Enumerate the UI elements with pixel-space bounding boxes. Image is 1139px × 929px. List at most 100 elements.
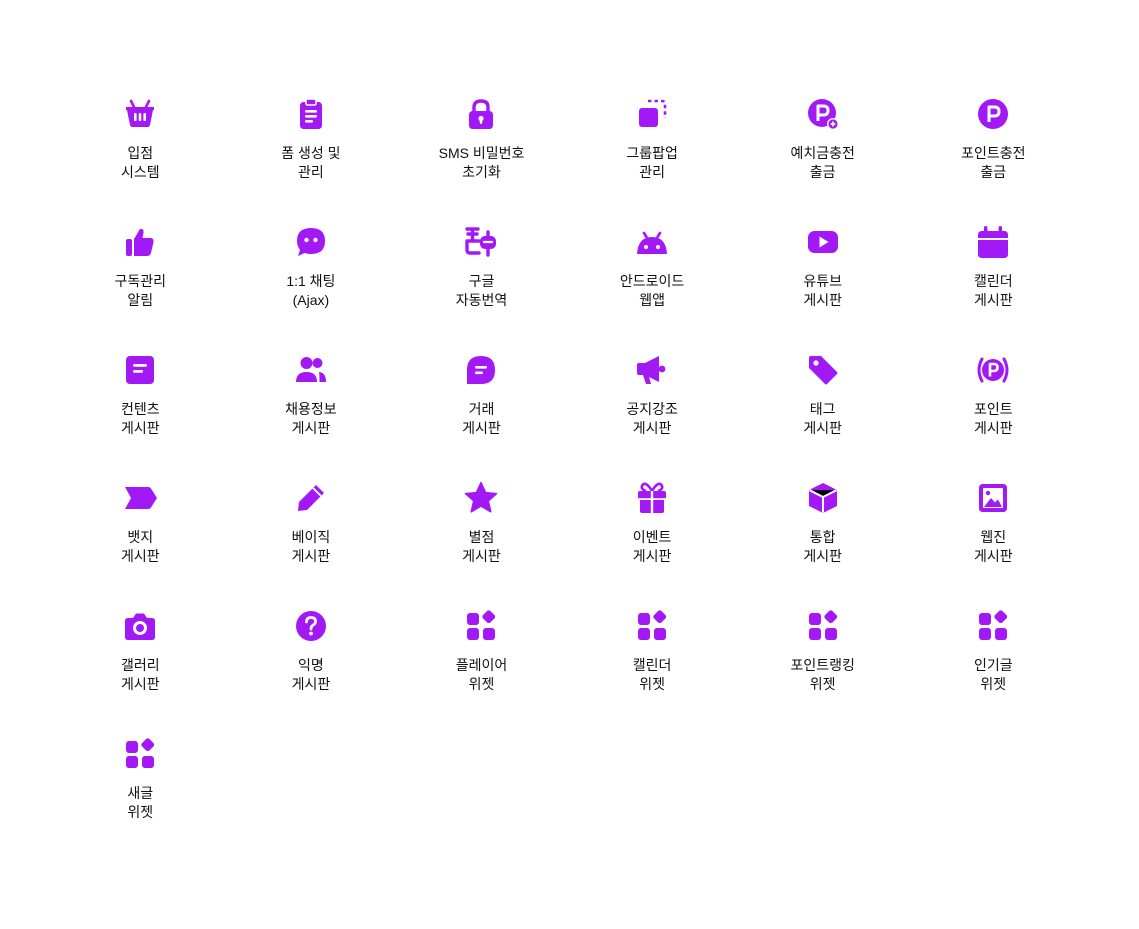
feature-label-line2: 게시판 bbox=[632, 420, 672, 436]
feature-tile[interactable]: 베이직 게시판 bbox=[226, 480, 397, 608]
feature-label-line1: 별점 bbox=[468, 529, 495, 545]
feature-tile[interactable]: 포인트 게시판 bbox=[908, 352, 1079, 480]
feature-label-line2: (Ajax) bbox=[292, 292, 330, 308]
feature-label-line2: 관리 bbox=[639, 164, 665, 180]
feature-label-line2: 시스템 bbox=[120, 164, 160, 180]
feature-label: 캘린더 위젯 bbox=[633, 656, 672, 694]
feature-tile[interactable]: 통합 게시판 bbox=[737, 480, 908, 608]
feature-label: 통합 게시판 bbox=[803, 528, 842, 566]
feature-label: 폼 생성 및 관리 bbox=[281, 144, 340, 182]
feature-label-line2: 게시판 bbox=[291, 676, 331, 692]
feature-tile[interactable]: 1:1 채팅 (Ajax) bbox=[226, 224, 397, 352]
feature-tile[interactable]: 구글 자동번역 bbox=[396, 224, 567, 352]
widget-icon bbox=[634, 608, 670, 644]
feature-tile[interactable]: 별점게시판 bbox=[396, 480, 567, 608]
tag-icon bbox=[805, 352, 841, 388]
feature-label-line1: 그룹팝업 bbox=[626, 145, 678, 161]
feature-label: 뱃지 게시판 bbox=[121, 528, 160, 566]
feature-label-line2: 알림 bbox=[127, 292, 154, 308]
feature-label: 이벤트게시판 bbox=[633, 528, 672, 566]
feature-tile[interactable]: 익명게시판 bbox=[226, 608, 397, 736]
feature-tile[interactable]: 인기글 위젯 bbox=[908, 608, 1079, 736]
feature-tile[interactable]: 포인트랭킹 위젯 bbox=[737, 608, 908, 736]
feature-label-line1: 새글 bbox=[127, 785, 154, 801]
point-broadcast-icon bbox=[975, 352, 1011, 388]
feature-label: 유튜브게시판 bbox=[803, 272, 842, 310]
feature-label-line1: 익명 bbox=[298, 657, 324, 673]
feature-label: 컨텐츠 게시판 bbox=[121, 400, 160, 438]
feature-label: 거래 게시판 bbox=[462, 400, 501, 438]
feature-label-line2: 게시판 bbox=[120, 548, 160, 564]
feature-label-line2: 위젯 bbox=[468, 676, 495, 692]
feature-label-line1: 채용정보 bbox=[285, 401, 337, 417]
feature-label-line1: 포인트충전 bbox=[961, 145, 1026, 161]
feature-tile[interactable]: 채용정보 게시판 bbox=[226, 352, 397, 480]
feature-tile[interactable]: 캘린더 위젯 bbox=[567, 608, 738, 736]
feature-label-line1: 이벤트 bbox=[632, 529, 672, 545]
feature-label-line2: 게시판 bbox=[803, 292, 842, 308]
feature-label: 구독관리알림 bbox=[115, 272, 167, 310]
feature-label-line1: 유튜브 bbox=[803, 273, 842, 289]
feature-tile[interactable]: 입점 시스템 bbox=[55, 96, 226, 224]
feature-label-line1: 태그 bbox=[809, 401, 836, 417]
feature-grid: 입점 시스템 폼 생성 및 관리 SMS 비밀번호 초기화 그룹팝업 관리 예치금충전 출금 포인트… bbox=[55, 96, 1079, 864]
users-icon bbox=[293, 352, 329, 388]
feature-label-line2: 게시판 bbox=[120, 420, 160, 436]
feature-label-line2: 게시판 bbox=[803, 548, 842, 564]
feature-label: 입점 시스템 bbox=[121, 144, 160, 182]
feature-tile[interactable]: 유튜브게시판 bbox=[737, 224, 908, 352]
feature-label-line2: 게시판 bbox=[973, 420, 1013, 436]
feature-tile[interactable]: 캘린더 게시판 bbox=[908, 224, 1079, 352]
feature-tile[interactable]: 컨텐츠 게시판 bbox=[55, 352, 226, 480]
feature-tile[interactable]: 뱃지 게시판 bbox=[55, 480, 226, 608]
feature-tile[interactable]: 포인트충전출금 bbox=[908, 96, 1079, 224]
feature-label-line2: 게시판 bbox=[462, 548, 501, 564]
megaphone-icon bbox=[634, 352, 670, 388]
point-icon bbox=[975, 96, 1011, 132]
feature-label-line2: 웹앱 bbox=[639, 292, 665, 308]
feature-tile[interactable]: 태그 게시판 bbox=[737, 352, 908, 480]
feature-tile[interactable]: 새글위젯 bbox=[55, 736, 226, 864]
clipboard-icon bbox=[293, 96, 329, 132]
feature-label-line1: 폼 생성 및 bbox=[281, 145, 341, 161]
feature-tile[interactable]: 공지강조 게시판 bbox=[567, 352, 738, 480]
pencil-icon bbox=[293, 480, 329, 516]
feature-label: 포인트 게시판 bbox=[974, 400, 1013, 438]
youtube-icon bbox=[805, 224, 841, 260]
feature-label-line2: 출금 bbox=[980, 164, 1007, 180]
feature-label-line2: 출금 bbox=[809, 164, 836, 180]
feature-tile[interactable]: 안드로이드 웹앱 bbox=[567, 224, 738, 352]
feature-tile[interactable]: SMS 비밀번호 초기화 bbox=[396, 96, 567, 224]
feature-label: 갤러리 게시판 bbox=[121, 656, 160, 694]
popup-icon bbox=[634, 96, 670, 132]
feature-label: 베이직 게시판 bbox=[292, 528, 331, 566]
feature-label-line1: SMS 비밀번호 bbox=[438, 145, 525, 161]
feature-tile[interactable]: 폼 생성 및 관리 bbox=[226, 96, 397, 224]
lock-icon bbox=[463, 96, 499, 132]
feature-label-line1: 웹진 bbox=[980, 529, 1007, 545]
feature-label: 플레이어위젯 bbox=[456, 656, 508, 694]
feature-label-line2: 게시판 bbox=[291, 548, 331, 564]
feature-label-line1: 플레이어 bbox=[455, 657, 508, 673]
feature-label-line1: 구독관리 bbox=[114, 273, 167, 289]
widget-icon bbox=[463, 608, 499, 644]
feature-label-line2: 게시판 bbox=[632, 548, 672, 564]
gift-icon bbox=[634, 480, 670, 516]
image-icon bbox=[975, 480, 1011, 516]
feature-tile[interactable]: 거래 게시판 bbox=[396, 352, 567, 480]
feature-tile[interactable]: 플레이어위젯 bbox=[396, 608, 567, 736]
feature-tile[interactable]: 갤러리 게시판 bbox=[55, 608, 226, 736]
feature-tile[interactable]: 이벤트게시판 bbox=[567, 480, 738, 608]
feature-label: 공지강조 게시판 bbox=[626, 400, 678, 438]
feature-label-line2: 게시판 bbox=[973, 548, 1013, 564]
feature-tile[interactable]: 구독관리알림 bbox=[55, 224, 226, 352]
feature-label-line2: 위젯 bbox=[127, 804, 154, 820]
basket-icon bbox=[122, 96, 158, 132]
widget-icon bbox=[122, 736, 158, 772]
message-icon bbox=[463, 352, 499, 388]
feature-label: 안드로이드 웹앱 bbox=[620, 272, 684, 310]
feature-tile[interactable]: 예치금충전 출금 bbox=[737, 96, 908, 224]
feature-tile[interactable]: 그룹팝업관리 bbox=[567, 96, 738, 224]
feature-tile[interactable]: 웹진게시판 bbox=[908, 480, 1079, 608]
feature-label: 캘린더 게시판 bbox=[974, 272, 1013, 310]
